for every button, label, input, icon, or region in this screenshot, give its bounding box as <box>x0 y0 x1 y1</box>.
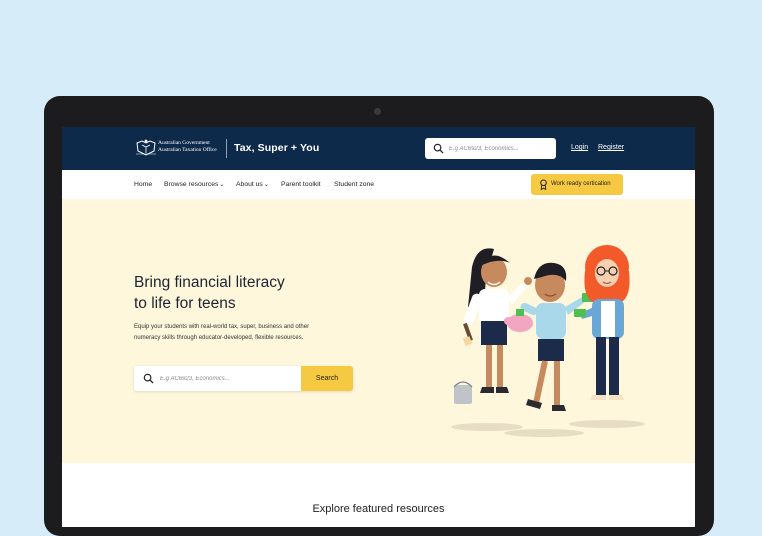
nav-item-label: Parent toolkit <box>281 181 321 188</box>
people-illustration-icon <box>451 245 645 437</box>
nav-item-label: Browse resources <box>164 181 219 188</box>
nav-item-label: Home <box>134 181 153 188</box>
main-nav: Home Browse resources⌄ About us⌄ Parent … <box>62 170 695 199</box>
search-icon[interactable] <box>433 143 444 154</box>
header-search-box <box>425 138 556 159</box>
hero-subtitle: Equip your students with real-world tax,… <box>134 324 310 341</box>
webcam <box>374 108 381 115</box>
hero-section: Bring financial literacy to life for tee… <box>62 199 695 463</box>
government-logo-text: Australian Government Australian Taxatio… <box>158 140 217 153</box>
nav-item-label: About us <box>236 181 263 188</box>
nav-item-student-zone[interactable]: Student zone <box>334 181 374 188</box>
chevron-down-icon: ⌄ <box>219 182 225 188</box>
nav-item-about-us[interactable]: About us⌄ <box>236 181 269 188</box>
hero-title: Bring financial literacy to life for tee… <box>134 274 285 312</box>
cta-label: Work ready certication <box>551 181 611 187</box>
crest-logo-icon <box>136 139 156 156</box>
site-title[interactable]: Tax, Super + You <box>234 142 319 154</box>
browser-screen: Australian Government Australian Taxatio… <box>62 127 695 527</box>
register-link[interactable]: Register <box>598 144 624 151</box>
laptop-frame: Australian Government Australian Taxatio… <box>44 96 714 536</box>
nav-item-browse-resources[interactable]: Browse resources⌄ <box>164 181 224 188</box>
featured-heading: Explore featured resources <box>312 503 445 515</box>
nav-item-parent-toolkit[interactable]: Parent toolkit <box>281 181 321 188</box>
award-icon <box>540 179 547 190</box>
logo-divider <box>226 139 227 158</box>
hero-search-input[interactable] <box>160 372 290 385</box>
featured-resources-section: Explore featured resources <box>62 463 695 527</box>
nav-item-label: Student zone <box>334 181 375 188</box>
chevron-down-icon: ⌄ <box>263 182 269 188</box>
header-search-input[interactable] <box>449 141 549 156</box>
search-icon <box>143 373 154 384</box>
search-button[interactable]: Search <box>301 366 353 391</box>
work-ready-certification-button[interactable]: Work ready certication <box>531 174 623 195</box>
login-link[interactable]: Login <box>571 144 588 151</box>
nav-item-home[interactable]: Home <box>134 181 152 188</box>
hero-search-box: Search <box>134 366 353 391</box>
site-header: Australian Government Australian Taxatio… <box>62 127 695 170</box>
